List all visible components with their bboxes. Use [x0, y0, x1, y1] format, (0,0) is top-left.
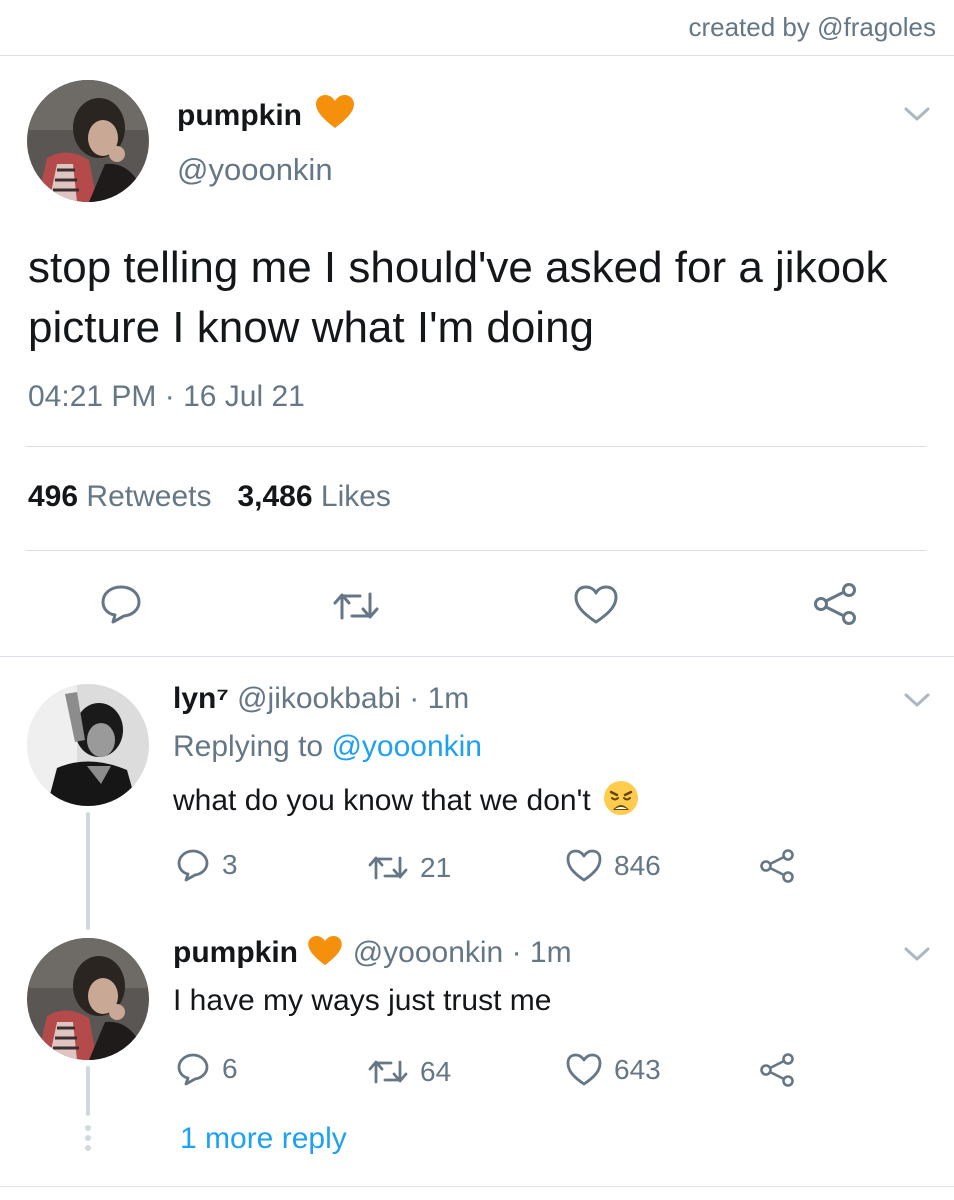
reply-author-handle[interactable]: @yooonkin: [353, 936, 504, 969]
retweets-stat[interactable]: 496 Retweets: [28, 480, 211, 513]
chevron-down-icon[interactable]: [902, 104, 932, 124]
main-avatar[interactable]: [27, 80, 149, 202]
reply-count: 6: [222, 1053, 238, 1084]
reply-avatar[interactable]: [27, 684, 149, 806]
reply-author-name[interactable]: lyn⁷: [173, 682, 229, 715]
reply-avatar[interactable]: [27, 938, 149, 1060]
reply-header: lyn⁷ @jikookbabi · 1m: [173, 682, 469, 716]
reply-icon: [101, 585, 141, 624]
thread-line: [86, 1066, 90, 1116]
like-count: 643: [614, 1054, 661, 1085]
reply-time[interactable]: · 1m: [512, 936, 572, 969]
reply-text: what do you know that we don't: [173, 780, 639, 824]
retweet-icon: [368, 1060, 408, 1084]
reply-author-handle[interactable]: @jikookbabi: [237, 682, 401, 715]
reply-header: pumpkin @yooonkin · 1m: [173, 936, 572, 974]
retweet-button[interactable]: [332, 590, 380, 627]
share-icon: [814, 583, 856, 625]
divider: [0, 656, 954, 657]
like-icon: [574, 585, 618, 624]
like-button[interactable]: [574, 585, 618, 630]
replying-to: Replying to @yooonkin: [173, 730, 482, 764]
reply-button[interactable]: 3: [176, 848, 238, 882]
retweet-count: 64: [420, 1056, 452, 1087]
like-button[interactable]: 643: [566, 1053, 661, 1087]
divider: [26, 550, 926, 551]
main-author-handle[interactable]: @yooonkin: [177, 152, 333, 188]
more-replies-link[interactable]: 1 more reply: [180, 1122, 347, 1156]
replying-to-label: Replying to: [173, 730, 324, 763]
likes-stat[interactable]: 3,486 Likes: [237, 480, 390, 513]
like-icon: [566, 1053, 602, 1086]
orange-heart-icon: [316, 95, 355, 137]
tweet-stats: 496 Retweets 3,486 Likes: [28, 480, 391, 514]
main-tweet-timestamp[interactable]: 04:21 PM · 16 Jul 21: [28, 380, 305, 414]
share-button[interactable]: [758, 1052, 796, 1088]
author-name-text: pumpkin: [177, 99, 302, 132]
reply-icon: [177, 849, 209, 882]
retweet-count: 21: [420, 852, 452, 883]
share-icon: [760, 849, 794, 883]
like-count: 846: [614, 850, 661, 881]
reply-count: 3: [222, 849, 238, 880]
chevron-down-icon[interactable]: [902, 690, 932, 710]
reply-author-name[interactable]: pumpkin: [173, 936, 298, 969]
reply-text-content: what do you know that we don't: [173, 784, 591, 817]
main-tweet-text: stop telling me I should've asked for a …: [28, 243, 888, 352]
share-button[interactable]: [812, 582, 858, 631]
weary-face-emoji: [603, 780, 639, 824]
reply-text: I have my ways just trust me: [173, 984, 552, 1017]
retweet-button[interactable]: 21: [368, 852, 451, 884]
share-button[interactable]: [758, 848, 796, 884]
creator-credit: created by @fragoles: [688, 12, 936, 42]
orange-heart-icon: [308, 936, 343, 974]
like-icon: [566, 849, 602, 882]
retweet-icon: [333, 592, 379, 620]
retweet-button[interactable]: 64: [368, 1056, 451, 1088]
chevron-down-icon[interactable]: [902, 944, 932, 964]
reply-time[interactable]: · 1m: [409, 682, 469, 715]
reply-button[interactable]: 6: [176, 1052, 238, 1086]
thread-line: [86, 812, 90, 930]
thread-dots: [85, 1125, 91, 1155]
reply-button[interactable]: [100, 584, 142, 629]
main-author-name[interactable]: pumpkin: [177, 95, 355, 137]
share-icon: [760, 1053, 794, 1087]
reply-icon: [177, 1053, 209, 1086]
retweet-icon: [368, 856, 408, 880]
replying-to-link[interactable]: @yooonkin: [331, 730, 482, 763]
divider: [26, 446, 926, 447]
top-divider: [0, 55, 954, 56]
like-button[interactable]: 846: [566, 849, 661, 883]
bottom-divider: [0, 1186, 954, 1187]
